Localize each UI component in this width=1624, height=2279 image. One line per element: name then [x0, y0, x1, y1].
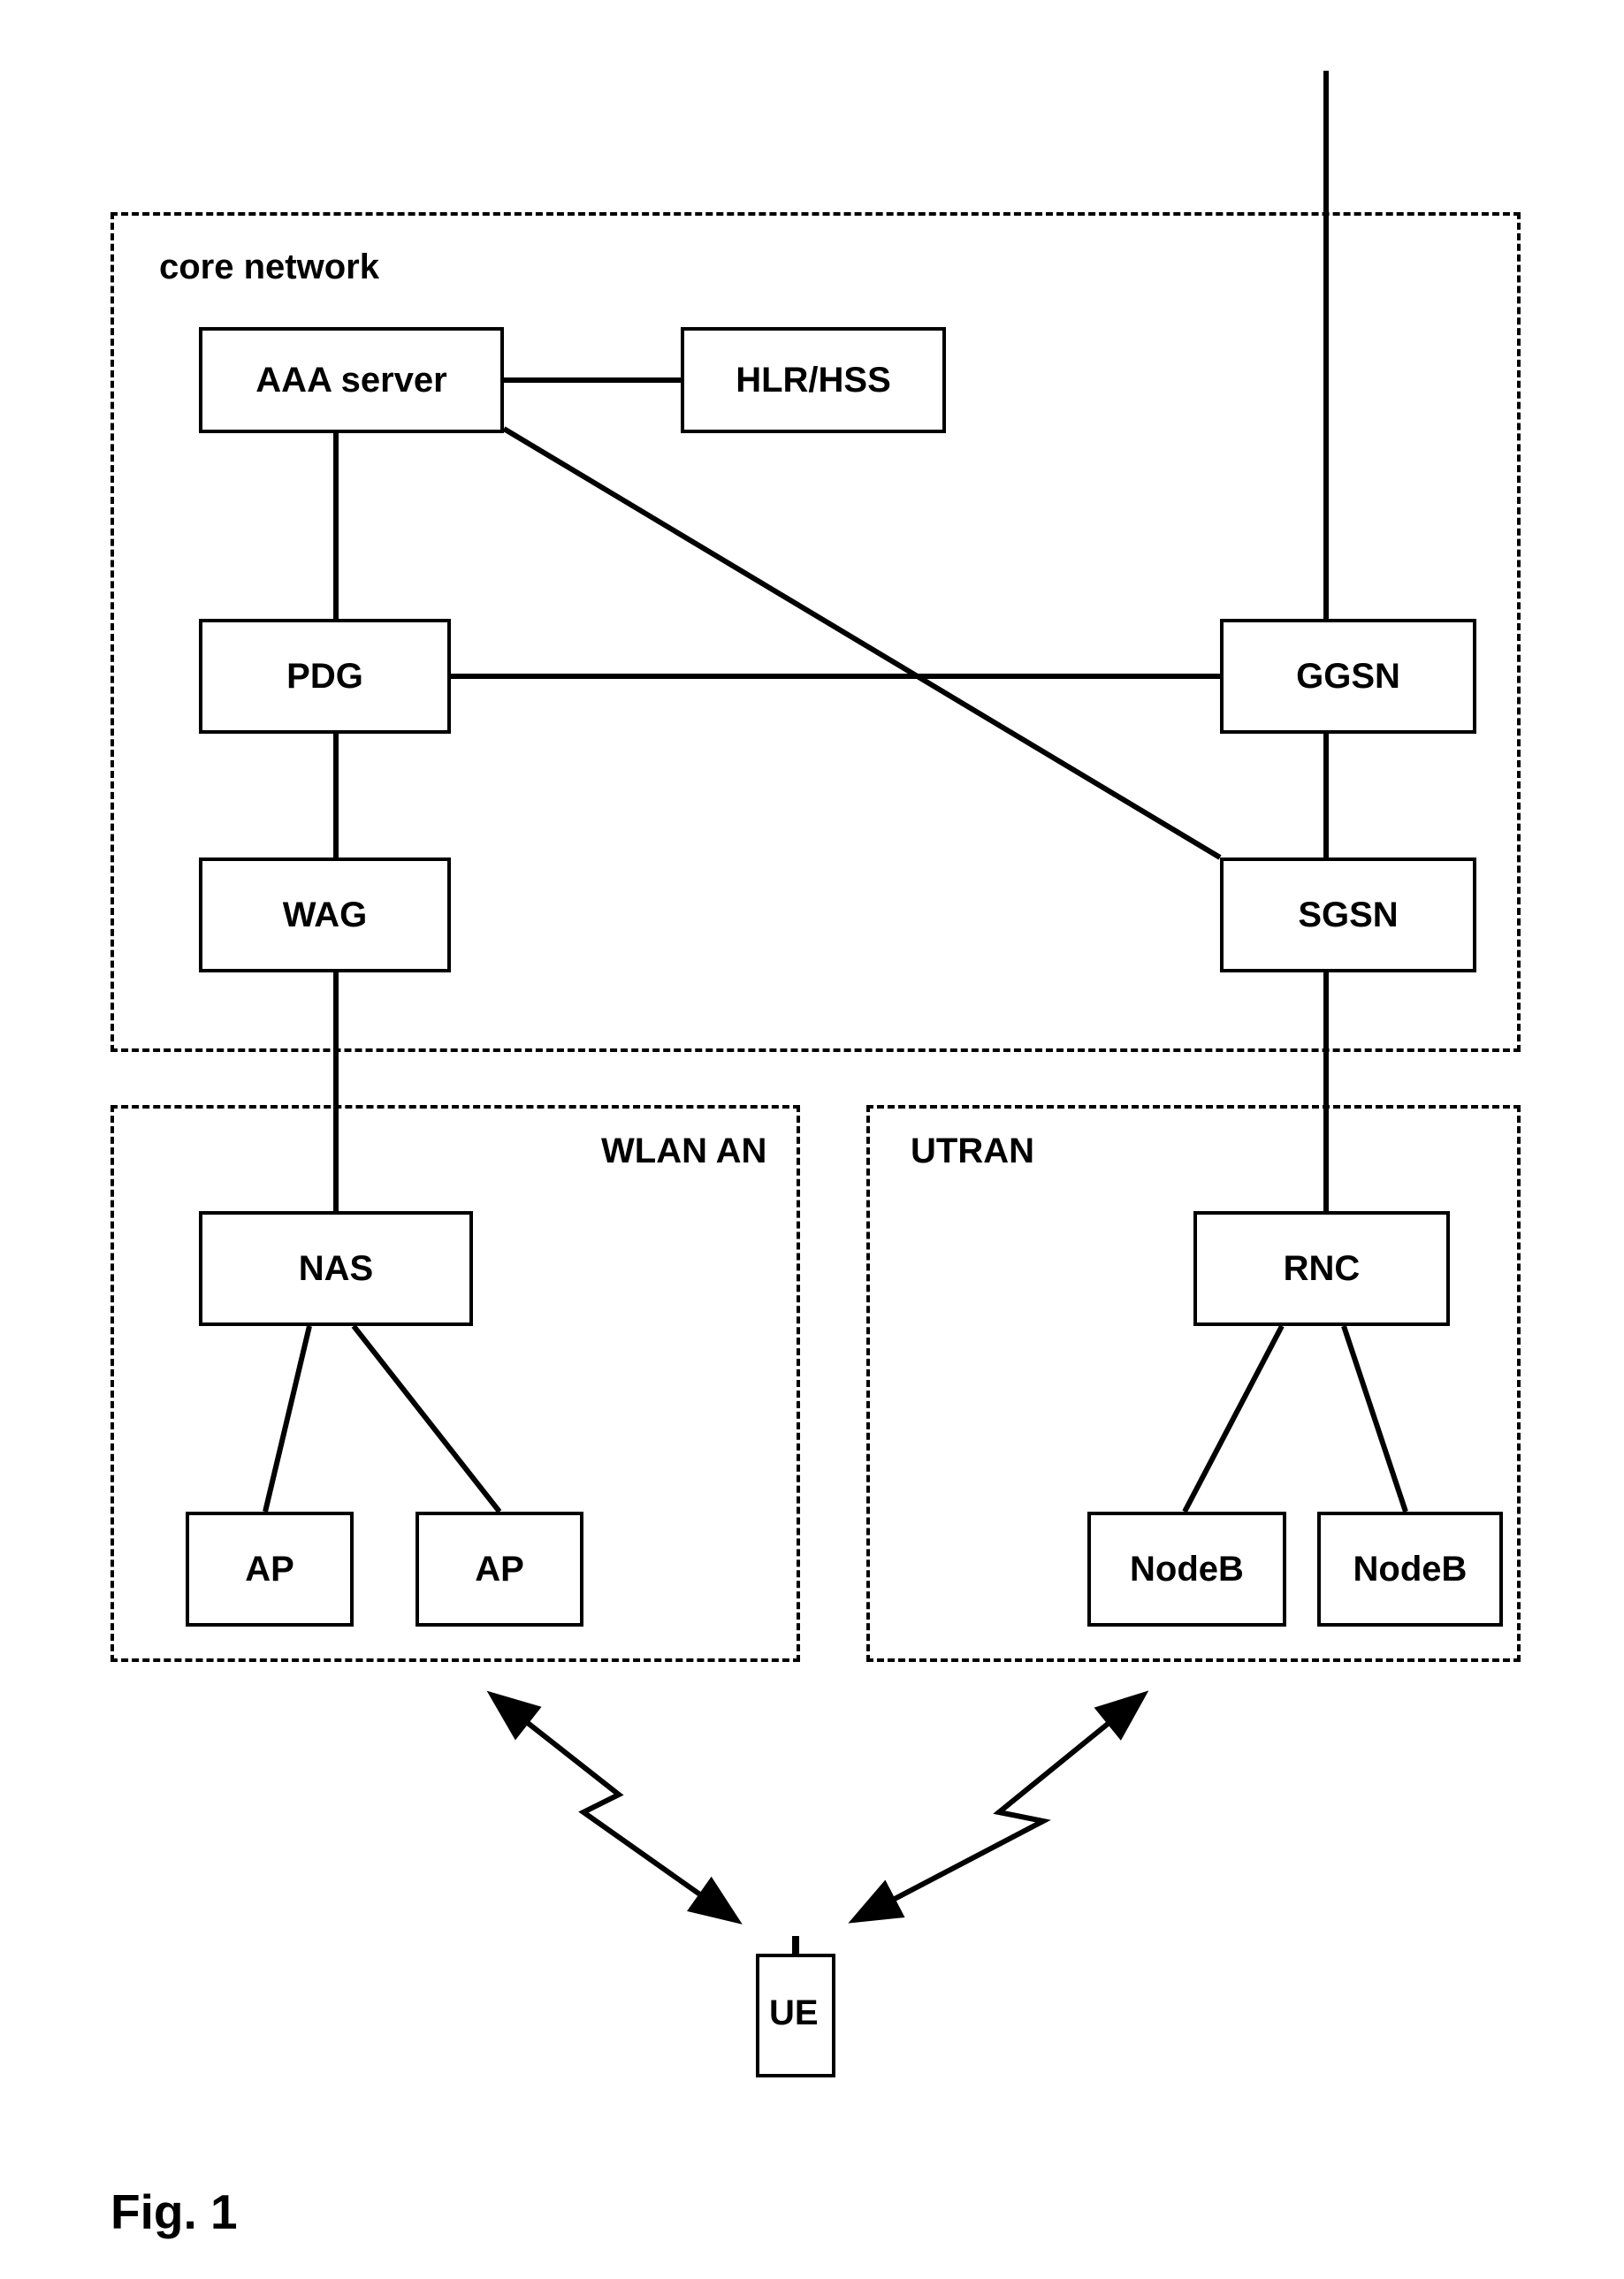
node-ap-1: AP — [186, 1512, 354, 1627]
node-wag: WAG — [199, 857, 451, 972]
node-pdg: PDG — [199, 619, 451, 734]
node-ggsn: GGSN — [1220, 619, 1476, 734]
diagram-canvas: core network WLAN AN UTRAN AAA server HL… — [0, 0, 1624, 2279]
node-nodeb-2: NodeB — [1317, 1512, 1503, 1627]
node-nodeb-1: NodeB — [1087, 1512, 1286, 1627]
node-sgsn: SGSN — [1220, 857, 1476, 972]
figure-label: Fig. 1 — [111, 2184, 238, 2240]
region-utran-label: UTRAN — [911, 1132, 1034, 1171]
node-hlr-hss: HLR/HSS — [681, 327, 946, 433]
region-wlan-label: WLAN AN — [601, 1132, 766, 1171]
node-nas: NAS — [199, 1211, 473, 1326]
node-aaa-server: AAA server — [199, 327, 504, 433]
node-rnc: RNC — [1193, 1211, 1450, 1326]
node-ue-label: UE — [769, 1993, 819, 2033]
region-core-label: core network — [159, 248, 379, 287]
node-ap-2: AP — [416, 1512, 583, 1627]
